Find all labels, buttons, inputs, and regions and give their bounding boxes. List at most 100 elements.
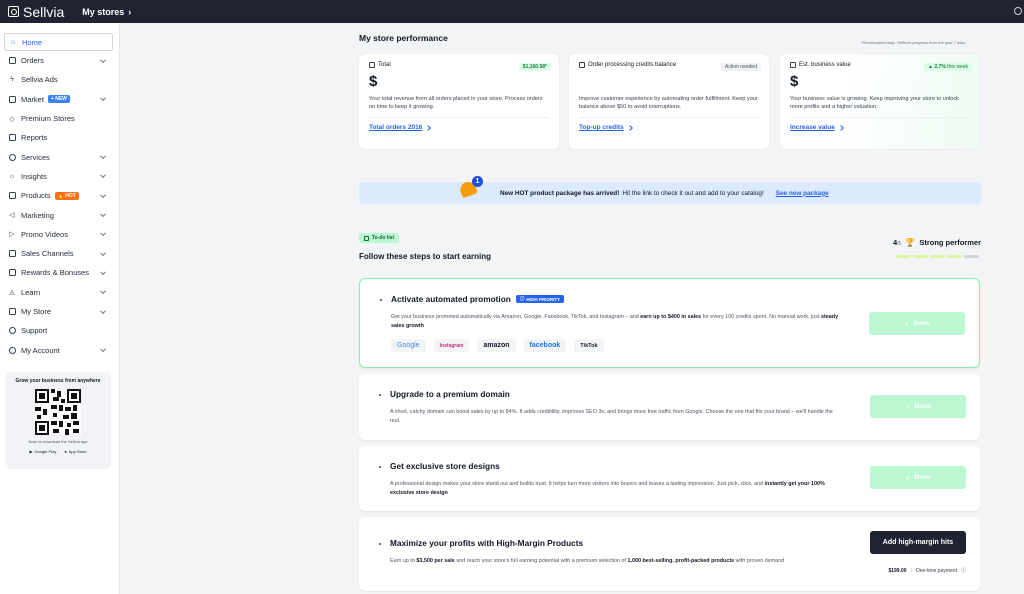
sidebar-item-market[interactable]: Market + NEW (0, 90, 119, 109)
chevron-down-icon (100, 172, 106, 179)
dollar-icon (369, 62, 375, 68)
sidebar-item-premium-stores[interactable]: ◇ Premium Stores (0, 109, 119, 128)
google-logo: Google (391, 339, 426, 352)
desc-part: with proven demand (734, 558, 785, 564)
progress-segment (930, 255, 945, 258)
sidebar-item-label: Home (22, 37, 43, 47)
credits-balance-value (579, 73, 759, 89)
sidebar-item-label: Products (21, 191, 51, 201)
price-value: $199.00 (888, 567, 907, 574)
task-description: Get your business promoted automatically… (391, 313, 841, 330)
sidebar-item-label: Market (21, 94, 44, 104)
logo-text: Sellvia (23, 3, 65, 20)
sidebar-item-rewards[interactable]: Rewards & Bonuses (0, 263, 119, 282)
total-orders-link[interactable]: Total orders 2016 (369, 124, 549, 131)
gift-icon (8, 269, 16, 277)
banner-text: Hit the link to check it out and add to … (622, 189, 764, 197)
top-bar: Sellvia My stores › (0, 0, 1024, 23)
task-title: Upgrade to a premium domain (390, 389, 510, 399)
sidebar-item-learn[interactable]: ◬ Learn (0, 283, 119, 302)
trophy-icon: 🏆 (905, 238, 916, 247)
new-badge: + NEW (47, 95, 70, 104)
app-card-title: Grow your business from anywhere (15, 378, 101, 384)
progress-segment (913, 255, 928, 258)
my-stores-button[interactable]: My stores › (82, 7, 131, 17)
button-label: Done (914, 474, 931, 481)
top-up-credits-link[interactable]: Top-up credits (579, 124, 759, 131)
task-title: Get exclusive store designs (390, 461, 500, 471)
graduation-icon: ◬ (9, 289, 15, 297)
sidebar-item-my-account[interactable]: My Account (0, 340, 119, 359)
sellvia-logo[interactable]: Sellvia (8, 4, 64, 20)
check-icon: ✓ (905, 474, 911, 482)
sidebar-item-sellvia-ads[interactable]: ϟ Sellvia Ads (0, 70, 119, 89)
sidebar-item-home[interactable]: ⌂ Home (4, 33, 113, 51)
chevron-down-icon (100, 211, 106, 218)
qr-code[interactable] (35, 389, 81, 435)
bullet-icon (379, 466, 381, 468)
progress-segment (947, 255, 962, 258)
task-description: A short, catchy domain can boost sales b… (390, 409, 833, 424)
amazon-logo: amazon (477, 339, 516, 352)
check-icon: ✓ (904, 320, 910, 328)
google-play-button[interactable]: ▶ Google Play (29, 449, 56, 454)
sidebar-item-label: My Store (21, 307, 52, 316)
app-download-card: Grow your business from anywhere Scan to… (5, 372, 111, 469)
sidebar-item-label: Learn (21, 287, 41, 297)
bullet-icon (380, 299, 382, 301)
info-icon[interactable]: ⓘ (961, 567, 966, 574)
done-button[interactable]: ✓ Done (869, 312, 965, 335)
increase-value-link[interactable]: Increase value (790, 124, 970, 131)
task-title: Activate automated promotion (391, 294, 511, 304)
progress-bars (896, 255, 979, 258)
sidebar-item-label: Reports (21, 133, 48, 143)
sidebar-item-label: Promo Videos (21, 229, 68, 239)
add-high-margin-button[interactable]: Add high-margin hits (870, 531, 966, 554)
high-priority-badge: ⓘ HIGH PRIORITY (515, 295, 565, 303)
valuation-delta-suffix: this week (947, 64, 968, 70)
ads-icon: ϟ (10, 76, 14, 84)
sidebar-item-insights[interactable]: ☼ Insights (0, 167, 119, 186)
apple-icon: ● (64, 449, 67, 454)
link-label: See new package (775, 189, 829, 197)
button-label: Done (913, 320, 930, 327)
done-button[interactable]: ✓ Done (870, 395, 966, 418)
sidebar-item-sales-channels[interactable]: Sales Channels (0, 244, 119, 263)
qr-code-graphic (35, 389, 81, 435)
app-store-button[interactable]: ● App Store (64, 449, 86, 454)
kpi-description: Your business value is growing. Keep imp… (790, 96, 959, 110)
sidebar-item-label: Support (21, 326, 48, 336)
bell-icon: 1 (458, 176, 483, 201)
kpi-label: Order processing credits balance (588, 62, 677, 68)
desc-highlight: earn up to $400 in sales (640, 314, 702, 320)
market-icon (8, 95, 16, 103)
sidebar-item-services[interactable]: Services (0, 147, 119, 166)
megaphone-icon: ◁ (9, 212, 15, 220)
sidebar-item-orders[interactable]: Orders (0, 51, 119, 70)
banner-headline: New HOT product package has arrived! (500, 189, 620, 197)
sidebar-item-marketing[interactable]: ◁ Marketing (0, 205, 119, 224)
sidebar-item-my-store[interactable]: My Store (0, 302, 119, 321)
services-icon (8, 153, 16, 161)
todo-badge-label: To-do list (372, 235, 395, 241)
see-new-package-link[interactable]: See new package (776, 190, 833, 197)
app-store-label: App Store (68, 449, 87, 454)
sidebar-item-label: Sales Channels (21, 249, 74, 259)
kpi-valuation-card: Est. business value ▲ 2.7% this week $ Y… (780, 54, 980, 149)
progress-segment (964, 255, 979, 258)
desc-part: and reach your store's full earning pote… (454, 558, 628, 564)
flag-icon (364, 235, 369, 241)
sidebar-item-products[interactable]: Products 🔥 HOT (0, 186, 119, 205)
task-description: Earn up to $3,500 per sale and reach you… (390, 557, 850, 566)
my-stores-label: My stores (82, 6, 125, 17)
sidebar-item-promo-videos[interactable]: ▷ Promo Videos (0, 225, 119, 244)
valuation-delta: ▲ 2.7% (928, 64, 946, 70)
tiktok-logo: TikTok (574, 339, 604, 352)
home-icon: ⌂ (10, 38, 16, 46)
sidebar-item-support[interactable]: Support (0, 321, 119, 340)
bulb-icon: ☼ (8, 172, 16, 180)
settings-icon[interactable] (1014, 7, 1022, 15)
desc-part: for every 100 credits spent. No manual w… (701, 314, 821, 320)
sidebar-item-reports[interactable]: Reports (0, 128, 119, 147)
done-button[interactable]: ✓ Done (870, 466, 966, 489)
